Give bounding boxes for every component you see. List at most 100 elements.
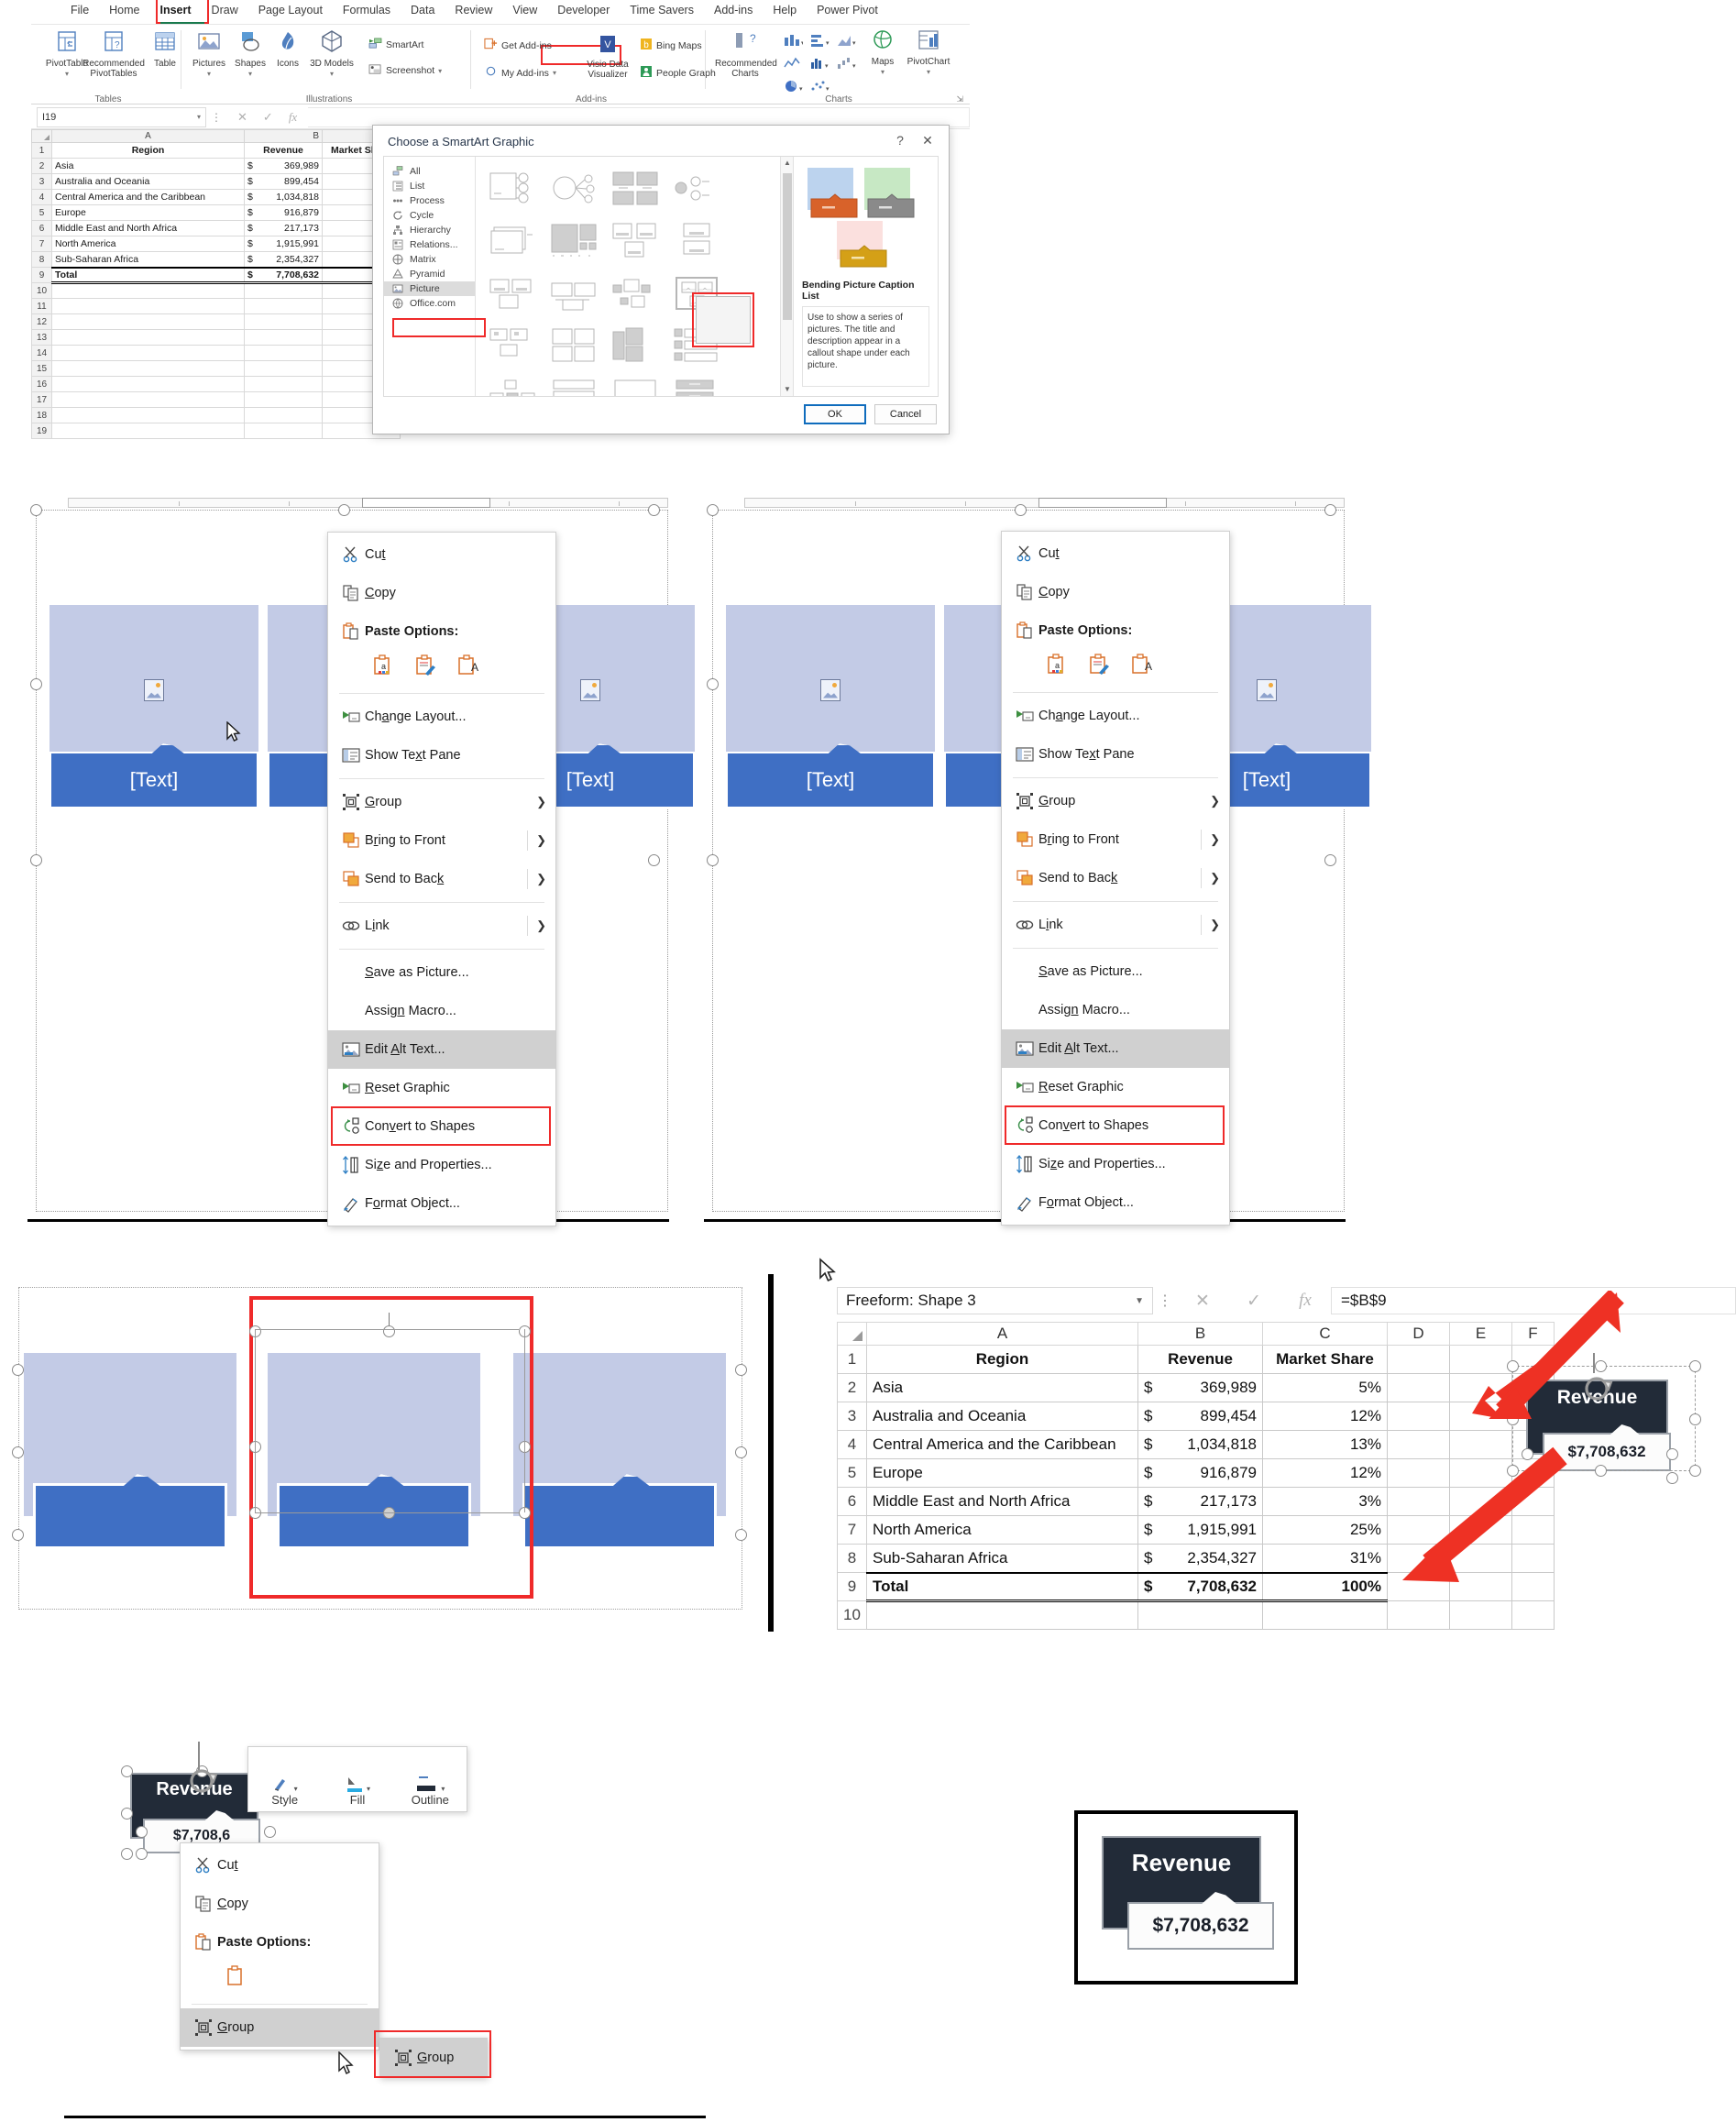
ribbon-tab-file[interactable]: File — [60, 0, 99, 20]
converted-shapes-panel[interactable] — [0, 1274, 777, 1632]
row-header[interactable]: 1 — [31, 142, 52, 159]
menu-item-group[interactable]: Group — [181, 2008, 379, 2047]
smartart-card[interactable]: [Text] — [726, 605, 935, 808]
row-header[interactable]: 5 — [31, 204, 52, 221]
resize-handle[interactable] — [121, 1808, 133, 1820]
fill-button[interactable]: ▾ Fill — [321, 1747, 393, 1811]
ok-button[interactable]: OK — [804, 404, 866, 424]
resize-handle[interactable] — [12, 1364, 24, 1376]
ribbon-tab-developer[interactable]: Developer — [547, 0, 620, 20]
smartart-category-pyramid[interactable]: Pyramid — [384, 267, 475, 281]
resize-handle[interactable] — [1324, 854, 1336, 866]
ribbon-tab-help[interactable]: Help — [763, 0, 807, 20]
recommended-charts-button[interactable]: ? Recommended Charts — [715, 29, 777, 79]
menu-item-bring-to-front[interactable]: Bring to Front ❯ — [1002, 820, 1229, 859]
smartart-layout-thumbnail[interactable] — [544, 268, 602, 318]
menu-item-save-as-picture[interactable]: Save as Picture... — [328, 953, 555, 992]
resize-handle[interactable] — [707, 504, 719, 516]
table-row[interactable]: 3Australia and Oceania$899,45412% — [31, 173, 401, 190]
menu-item-send-to-back[interactable]: Send to Back ❯ — [328, 860, 555, 898]
cell-revenue[interactable]: $7,708,632 — [244, 266, 323, 284]
row-header[interactable]: 6 — [837, 1487, 867, 1516]
resize-handle[interactable] — [12, 1446, 24, 1458]
smartart-layout-thumbnail[interactable] — [606, 215, 664, 266]
name-box[interactable]: Freeform: Shape 3 ▼ — [837, 1287, 1153, 1314]
cancel-icon[interactable]: ✕ — [1177, 1291, 1228, 1312]
row-header[interactable]: 10 — [31, 282, 52, 299]
resize-handle[interactable] — [1666, 1472, 1678, 1484]
cell-empty[interactable] — [51, 298, 245, 314]
row-header[interactable]: 7 — [31, 236, 52, 252]
charts-dialog-launcher-icon[interactable]: ⇲ — [956, 94, 963, 104]
resize-handle[interactable] — [707, 854, 719, 866]
menu-item-copy[interactable]: Copy — [181, 1885, 379, 1923]
cell-revenue[interactable]: $217,173 — [244, 220, 323, 236]
cell-region[interactable]: Middle East and North Africa — [51, 220, 245, 236]
table-row[interactable]: 18 — [31, 407, 401, 423]
resize-handle[interactable] — [648, 854, 660, 866]
cell-empty[interactable] — [244, 313, 323, 330]
resize-handle[interactable] — [735, 1364, 747, 1376]
enter-icon[interactable]: ✓ — [1228, 1291, 1280, 1312]
group-menu-panel[interactable]: Revenue $7,708,6 ▾ Style ▾ Fill ▾ Outlin… — [64, 1732, 733, 2122]
smartart-layout-thumbnail[interactable] — [544, 372, 602, 396]
close-icon[interactable]: ✕ — [917, 131, 938, 149]
smartart-category-office-com[interactable]: Office.com — [384, 296, 475, 311]
resize-handle[interactable] — [30, 678, 42, 690]
style-button[interactable]: ▾ Style — [248, 1747, 321, 1811]
screenshot-button[interactable]: Screenshot ▾ — [368, 63, 442, 78]
cell-empty[interactable] — [866, 1600, 1138, 1630]
row-header[interactable]: 6 — [31, 220, 52, 236]
menu-item-edit-alt-text[interactable]: Edit Alt Text... — [1002, 1029, 1229, 1068]
resize-handle[interactable] — [648, 504, 660, 516]
cell-region[interactable]: Region — [51, 142, 245, 159]
smartart-category-list[interactable]: List — [384, 179, 475, 193]
row-header[interactable]: 2 — [837, 1373, 867, 1402]
chart-type-grid[interactable]: ▾ ▾ ▾ ▾ ▾ ▾ ▾ — [783, 32, 860, 98]
pictures-button[interactable]: Pictures ▾ — [187, 29, 231, 79]
row-header[interactable]: 4 — [837, 1430, 867, 1459]
menu-item-convert-to-shapes[interactable]: Convert to Shapes — [1002, 1106, 1229, 1145]
column-chart-icon[interactable]: ▾ — [783, 32, 807, 52]
row-header[interactable]: 14 — [31, 345, 52, 361]
resize-handle[interactable] — [383, 1325, 395, 1337]
row-header[interactable]: 3 — [837, 1402, 867, 1431]
name-box-caret-icon[interactable]: ▾ — [197, 113, 201, 121]
table-row[interactable]: 4 Central America and the Caribbean $1,034… — [31, 189, 401, 205]
cell-empty[interactable] — [244, 298, 323, 314]
menu-item-cut[interactable]: Cut — [328, 535, 555, 574]
my-addins-button[interactable]: My Add-ins ▾ — [484, 65, 556, 81]
cell-share[interactable]: Market Share — [1262, 1345, 1388, 1374]
resize-handle[interactable] — [136, 1848, 148, 1860]
menu-item-link[interactable]: Link ❯ — [328, 907, 555, 945]
menu-item-show-text-pane[interactable]: Show Text Pane — [1002, 735, 1229, 774]
resize-handle[interactable] — [264, 1826, 276, 1838]
row-header[interactable]: 12 — [31, 313, 52, 330]
ribbon-tab-add-ins[interactable]: Add-ins — [704, 0, 763, 20]
menu-item-size-and-properties[interactable]: Size and Properties... — [1002, 1145, 1229, 1183]
column-header-a[interactable]: A — [51, 129, 245, 143]
select-all-corner[interactable] — [837, 1322, 867, 1346]
cell-share[interactable]: 5% — [1262, 1373, 1388, 1402]
converted-shape[interactable] — [24, 1353, 236, 1549]
menu-item-reset-graphic[interactable]: Reset Graphic — [328, 1069, 555, 1107]
icons-button[interactable]: Icons — [269, 29, 306, 69]
table-row[interactable]: 10 — [837, 1600, 1555, 1630]
menu-item-group[interactable]: Group — [380, 2039, 487, 2077]
cell-empty[interactable] — [51, 423, 245, 439]
table-row[interactable]: 19 — [31, 423, 401, 439]
resize-handle[interactable] — [1595, 1465, 1607, 1477]
row-header[interactable]: 5 — [837, 1458, 867, 1488]
row-header[interactable]: 4 — [31, 189, 52, 205]
cell-empty[interactable] — [1511, 1600, 1555, 1630]
table-row[interactable]: 1 Region Revenue Market Share — [31, 142, 401, 159]
cell-empty[interactable] — [244, 423, 323, 439]
cell-empty[interactable] — [51, 313, 245, 330]
cell-region[interactable]: Middle East and North Africa — [866, 1487, 1138, 1516]
smartart-dialog[interactable]: Choose a SmartArt Graphic ? ✕ All List Pro… — [372, 125, 950, 434]
row-header[interactable]: 10 — [837, 1600, 867, 1630]
row-header[interactable]: 9 — [837, 1572, 867, 1601]
area-chart-icon[interactable]: ▾ — [836, 32, 860, 52]
shape-callout-area[interactable] — [522, 1474, 717, 1549]
mini-toolbar[interactable]: ▾ Style ▾ Fill ▾ Outline — [247, 1746, 467, 1812]
